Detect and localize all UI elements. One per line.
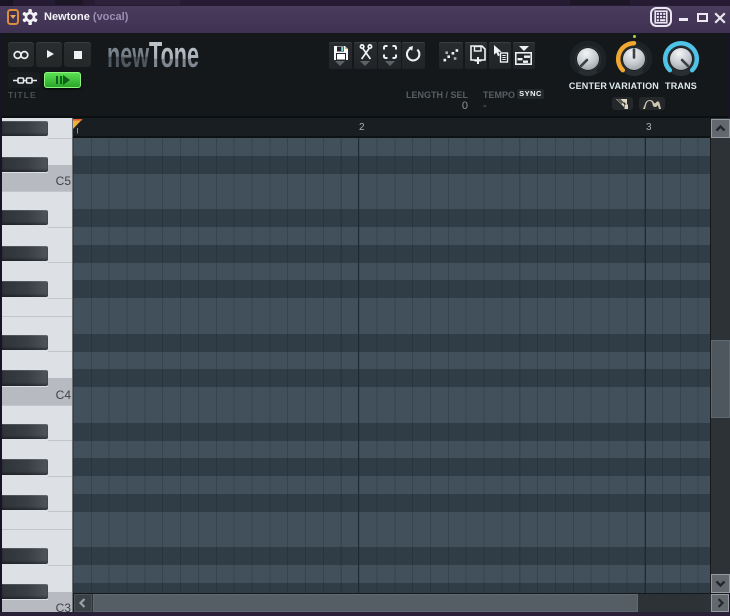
svg-text:newTone: newTone: [107, 34, 199, 75]
